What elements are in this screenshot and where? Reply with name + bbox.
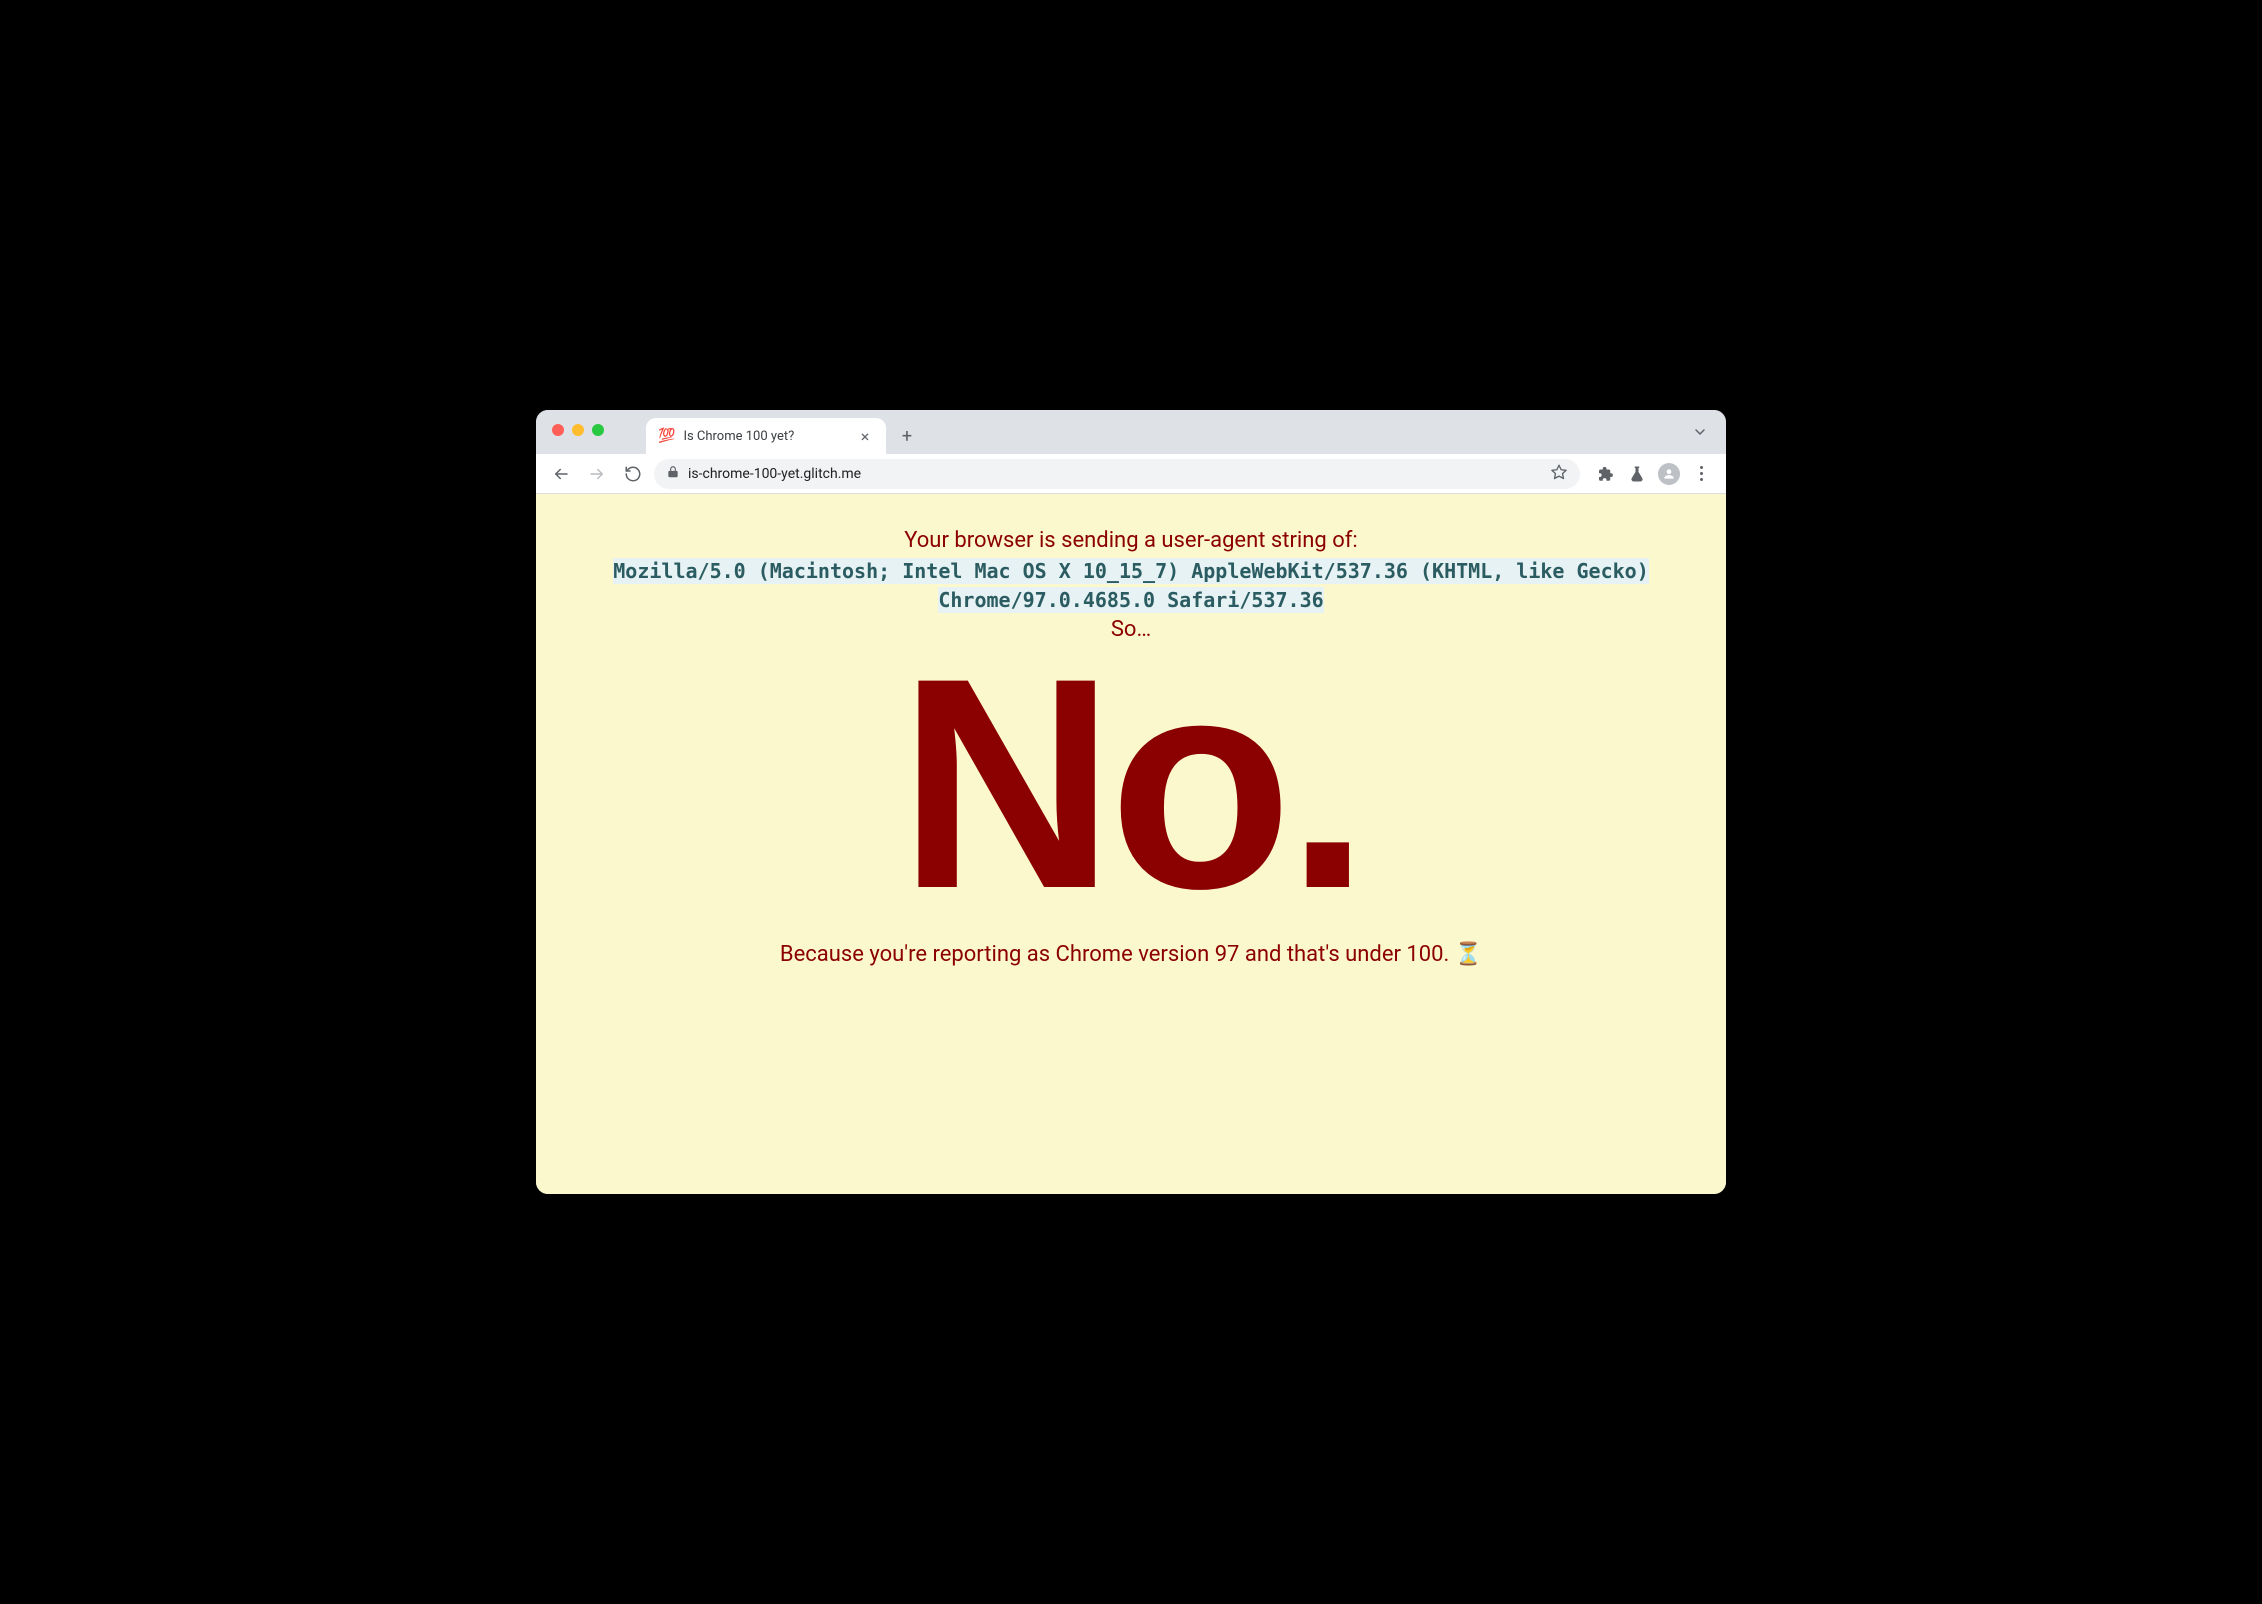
back-button[interactable]	[546, 459, 576, 489]
reload-button[interactable]	[618, 459, 648, 489]
window-maximize-button[interactable]	[592, 424, 604, 436]
reason-text: Because you're reporting as Chrome versi…	[546, 942, 1716, 967]
new-tab-button[interactable]: +	[892, 421, 922, 451]
browser-window: 💯 Is Chrome 100 yet? × + is-chrome-100-y…	[536, 410, 1726, 1194]
hundred-emoji-icon: 💯	[658, 429, 675, 443]
extensions-puzzle-icon[interactable]	[1590, 459, 1620, 489]
tab-title: Is Chrome 100 yet?	[683, 429, 848, 444]
intro-text: Your browser is sending a user-agent str…	[546, 528, 1716, 553]
profile-avatar[interactable]	[1654, 459, 1684, 489]
window-minimize-button[interactable]	[572, 424, 584, 436]
bookmark-star-icon[interactable]	[1550, 463, 1568, 485]
kebab-icon	[1687, 460, 1715, 488]
close-tab-button[interactable]: ×	[856, 427, 874, 446]
tab-list-caret-icon[interactable]	[1692, 424, 1708, 444]
tab-strip: 💯 Is Chrome 100 yet? × +	[536, 410, 1726, 454]
lock-icon	[666, 465, 680, 483]
forward-button[interactable]	[582, 459, 612, 489]
toolbar: is-chrome-100-yet.glitch.me	[536, 454, 1726, 494]
browser-tab[interactable]: 💯 Is Chrome 100 yet? ×	[646, 418, 886, 454]
overflow-menu-button[interactable]	[1686, 459, 1716, 489]
toolbar-right-icons	[1590, 459, 1716, 489]
user-agent-string: Mozilla/5.0 (Macintosh; Intel Mac OS X 1…	[613, 558, 1649, 613]
page-viewport: Your browser is sending a user-agent str…	[536, 494, 1726, 1194]
verdict-text: No.	[546, 648, 1716, 918]
address-bar[interactable]: is-chrome-100-yet.glitch.me	[654, 459, 1580, 489]
labs-flask-icon[interactable]	[1622, 459, 1652, 489]
window-controls	[552, 424, 604, 436]
window-close-button[interactable]	[552, 424, 564, 436]
url-text: is-chrome-100-yet.glitch.me	[688, 466, 1542, 482]
